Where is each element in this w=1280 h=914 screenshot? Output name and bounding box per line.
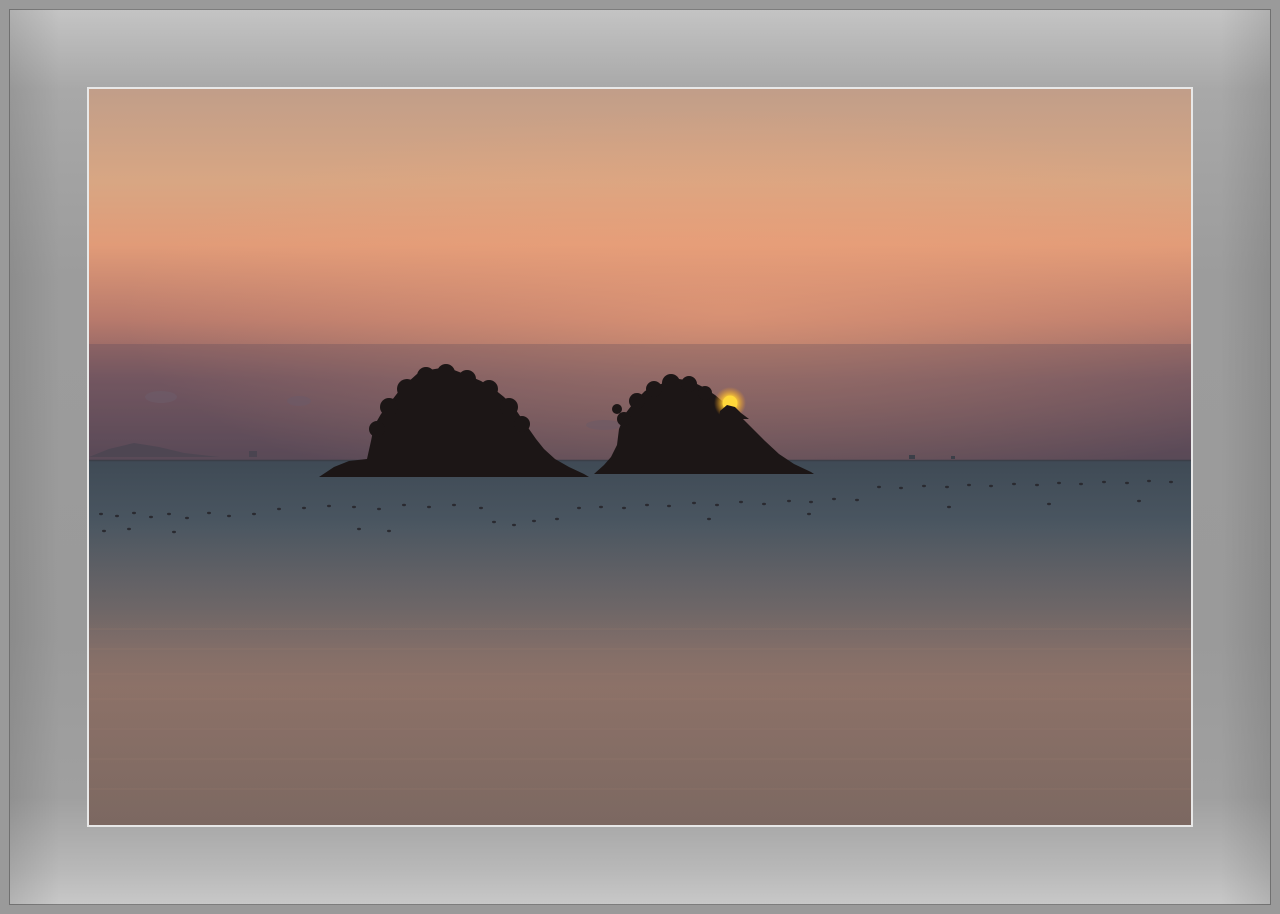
sunset-photo [89, 89, 1191, 825]
photo-border [87, 87, 1193, 827]
cloud [145, 391, 177, 403]
distant-structure [249, 451, 257, 457]
cloud [287, 396, 311, 406]
cloud [586, 420, 622, 430]
